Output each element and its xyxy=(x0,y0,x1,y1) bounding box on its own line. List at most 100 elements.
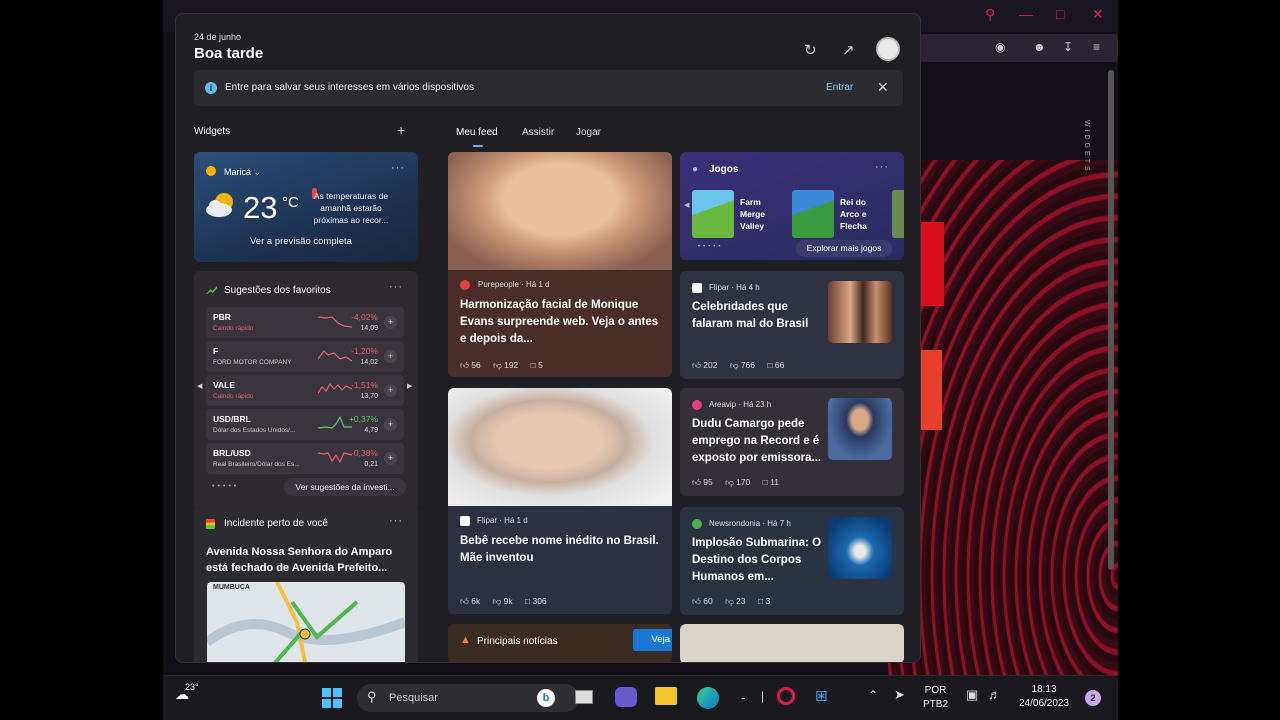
forecast-link[interactable]: Ver a previsão completa xyxy=(250,236,352,247)
tab-jogar[interactable]: Jogar xyxy=(576,127,601,138)
map-graphic xyxy=(207,582,405,662)
weather-location[interactable]: Maricá ⌄ xyxy=(224,167,261,178)
explore-games-button[interactable]: Explorar mais jogos xyxy=(796,240,892,257)
windows-start-icon[interactable] xyxy=(321,687,343,709)
stock-row[interactable]: F FORD MOTOR COMPANY -1,20% 14,02 + xyxy=(206,341,404,372)
refresh-icon[interactable]: ↻ xyxy=(804,41,817,59)
incident-card[interactable]: Incidente perto de você ··· Avenida Noss… xyxy=(194,507,418,662)
news-headline[interactable]: Bebê recebe nome inédito no Brasil. Mãe … xyxy=(460,533,660,567)
like-icon[interactable]: 👍︎ 6k xyxy=(460,596,480,606)
info-icon: i xyxy=(205,82,217,94)
comment-icon[interactable]: □ 306 xyxy=(525,596,547,606)
news-headline[interactable]: Celebridades que falaram mal do Brasil xyxy=(692,299,822,333)
stock-row[interactable]: BRL/USD Real Brasileiro/Dólar dos Es... -0… xyxy=(206,443,404,474)
more-suggestions-button[interactable]: Ver sugestões da investi... xyxy=(284,478,406,496)
like-icon[interactable]: 👍︎ 95 xyxy=(692,477,713,487)
news-image[interactable] xyxy=(680,624,904,662)
add-stock-icon[interactable]: + xyxy=(384,384,397,397)
bing-icon[interactable]: b xyxy=(537,689,555,707)
signin-link[interactable]: Entrar xyxy=(826,82,853,93)
stock-row[interactable]: PBR Caindo rápido -4,02% 14,09 + xyxy=(206,307,404,338)
dislike-icon[interactable]: 👎︎ 23 xyxy=(725,596,745,606)
add-stock-icon[interactable]: + xyxy=(384,350,397,363)
more-icon[interactable]: ··· xyxy=(391,162,405,174)
news-reactions: 👍︎ 95 👎︎ 170 □ 11 xyxy=(692,477,789,488)
app-icon[interactable]: | xyxy=(761,689,764,703)
stock-row[interactable]: USD/BRL Dólar dos Estados Unidos/... +0,37… xyxy=(206,409,404,440)
news-image xyxy=(828,517,892,579)
location-icon[interactable]: ➤ xyxy=(894,687,905,703)
game-tile[interactable]: Rei do Arco e Flecha xyxy=(792,190,890,240)
see-more-button[interactable]: Veja mais › xyxy=(633,629,672,651)
like-icon[interactable]: 👍︎ 56 xyxy=(460,360,481,370)
news-headline[interactable]: Implosão Submarina: O Destino dos Corpos… xyxy=(692,535,824,586)
file-explorer-icon[interactable] xyxy=(655,687,677,705)
taskbar-search[interactable]: ⚲ Pesquisar b xyxy=(357,684,579,712)
maximize-icon[interactable]: □ xyxy=(1056,6,1064,22)
add-stock-icon[interactable]: + xyxy=(384,316,397,329)
edge-icon[interactable] xyxy=(697,687,719,709)
incident-map[interactable]: MUMBUCA xyxy=(207,582,405,662)
close-icon[interactable]: ✕ xyxy=(877,79,889,96)
comment-icon[interactable]: □ 3 xyxy=(758,596,770,606)
weather-card[interactable]: Maricá ⌄ ··· 23 °C As temperaturas de am… xyxy=(194,152,418,262)
game-tile[interactable]: Farm Merge Valley xyxy=(692,190,790,240)
network-icon[interactable]: ▣ xyxy=(966,687,978,703)
like-icon[interactable]: 👍︎ 202 xyxy=(692,360,717,370)
more-icon[interactable]: ··· xyxy=(389,515,403,527)
address-bar[interactable] xyxy=(920,34,1118,62)
add-widget-icon[interactable]: + xyxy=(397,122,405,138)
dislike-icon[interactable]: 👎︎ 766 xyxy=(730,360,755,370)
camera-icon[interactable]: ◉ xyxy=(995,40,1005,54)
expand-icon[interactable]: ↗ xyxy=(842,41,855,59)
dislike-icon[interactable]: 👎︎ 192 xyxy=(493,360,518,370)
stocks-card: Sugestões dos favoritos ··· ◀ ▶ PBR Caind… xyxy=(194,271,418,511)
volume-icon[interactable]: ♬ xyxy=(988,687,1001,702)
notification-badge[interactable]: 2 xyxy=(1085,690,1101,706)
search-icon[interactable]: ⚲ xyxy=(985,6,995,23)
clock[interactable]: 18:13 24/06/2023 xyxy=(1019,683,1069,711)
taskbar-weather[interactable]: 23° xyxy=(185,682,199,692)
more-icon[interactable]: ··· xyxy=(389,281,403,293)
news-card[interactable]: Flipar · Há 1 d Bebê recebe nome inédito… xyxy=(448,388,672,614)
scrollbar[interactable] xyxy=(1108,70,1114,570)
prev-arrow-icon[interactable]: ◀ xyxy=(197,382,202,390)
chevron-up-icon[interactable]: ⌃ xyxy=(868,688,878,702)
news-card[interactable]: Purepeople · Há 1 d Harmonização facial … xyxy=(448,152,672,377)
next-arrow-icon[interactable]: ▶ xyxy=(407,382,412,390)
dislike-icon[interactable]: 👎︎ 9k xyxy=(493,596,513,606)
prev-arrow-icon[interactable]: ◀ xyxy=(684,201,689,209)
close-icon[interactable]: ✕ xyxy=(1092,6,1104,23)
teams-icon[interactable] xyxy=(615,687,637,707)
tab-meu-feed[interactable]: Meu feed xyxy=(456,127,498,138)
app-icon[interactable]: - xyxy=(741,689,746,705)
task-view-icon[interactable] xyxy=(575,690,593,704)
dislike-icon[interactable]: 👎︎ 170 xyxy=(725,477,750,487)
stock-price: 4,79 xyxy=(364,427,378,434)
news-card[interactable]: Flipar · Há 4 h Celebridades que falaram… xyxy=(680,271,904,379)
comment-icon[interactable]: □ 11 xyxy=(763,477,779,487)
incident-title: Incidente perto de você xyxy=(224,518,328,529)
add-stock-icon[interactable]: + xyxy=(384,452,397,465)
comment-icon[interactable]: □ 5 xyxy=(531,360,543,370)
like-icon[interactable]: 👍︎ 60 xyxy=(692,596,713,606)
tab-assistir[interactable]: Assistir xyxy=(522,127,554,138)
stock-row[interactable]: VALE Caindo rápido -1,51% 13,70 + xyxy=(206,375,404,406)
news-headline[interactable]: Harmonização facial de Monique Evans sur… xyxy=(460,297,665,348)
news-card[interactable]: Newsrondonia · Há 7 h Implosão Submarina… xyxy=(680,507,904,615)
news-card[interactable]: Areavip · Há 23 h Dudu Camargo pede empr… xyxy=(680,388,904,496)
incident-headline[interactable]: Avenida Nossa Senhora do Amparo está fec… xyxy=(206,544,411,576)
download-icon[interactable]: ↧ xyxy=(1063,40,1073,54)
avatar[interactable] xyxy=(876,37,900,61)
news-headline[interactable]: Dudu Camargo pede emprego na Record e é … xyxy=(692,416,824,467)
input-language[interactable]: POR PTB2 xyxy=(923,684,948,712)
vscode-icon[interactable]: ⧆ xyxy=(815,684,828,707)
stock-symbol: VALE xyxy=(213,380,236,390)
add-stock-icon[interactable]: + xyxy=(384,418,397,431)
minimize-icon[interactable]: — xyxy=(1019,6,1033,22)
opera-icon[interactable] xyxy=(777,687,795,705)
more-icon[interactable]: ··· xyxy=(875,161,889,173)
settings-icon[interactable]: ≡ xyxy=(1093,40,1100,54)
account-icon[interactable]: ☻ xyxy=(1033,40,1046,54)
comment-icon[interactable]: □ 66 xyxy=(767,360,784,370)
